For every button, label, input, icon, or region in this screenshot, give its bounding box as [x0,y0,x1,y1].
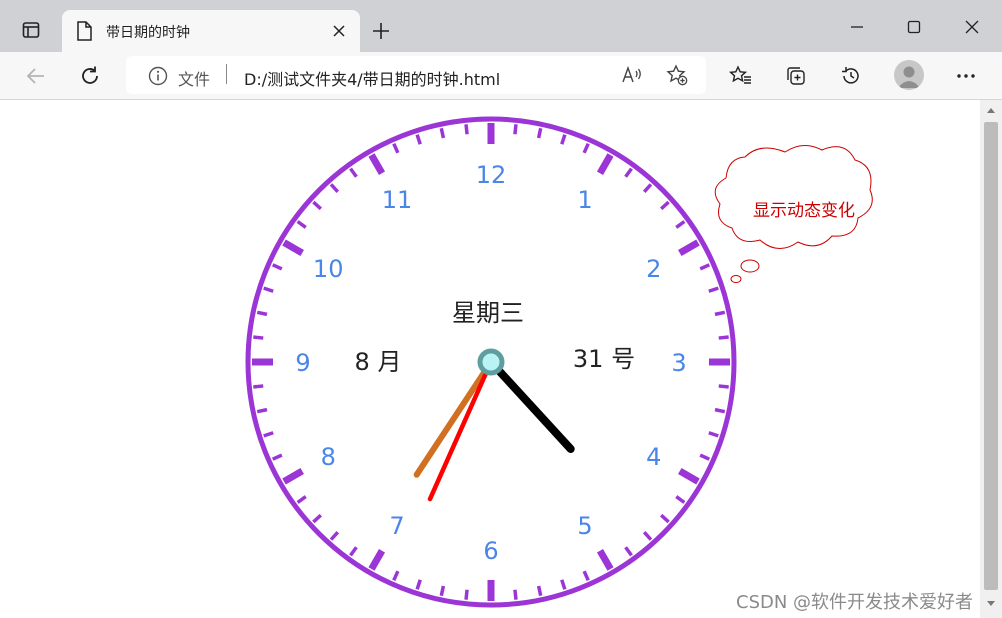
close-window-button[interactable] [957,14,987,40]
minute-tick [718,384,729,389]
scroll-up-icon[interactable] [986,106,996,114]
minute-tick [714,310,726,317]
hour-number: 10 [313,255,344,283]
hour-number: 6 [483,537,498,565]
minute-tick [464,124,469,135]
minute-tick [439,127,446,139]
favorites-button[interactable] [725,60,757,92]
page-icon [77,21,92,41]
person-icon [898,66,920,88]
center-pivot [477,348,505,376]
minute-tick [718,335,729,340]
callout-bubble: 显示动态变化 [714,145,873,283]
tab-actions-icon [22,22,40,38]
hour-number: 11 [382,186,413,214]
refresh-button[interactable] [74,60,106,92]
scheme-label: 文件 [178,70,211,89]
address-bar[interactable]: 文件 D:/测试文件夹4/带日期的时钟.html [126,56,706,94]
add-favorite-button[interactable] [665,63,689,87]
address-separator [226,64,227,84]
minute-tick [536,585,543,597]
scroll-down-icon[interactable] [986,600,996,608]
minute-tick [253,384,264,389]
minute-tick [253,335,264,340]
minute-tick [513,589,518,600]
minimize-icon [851,26,863,28]
minute-tick [714,407,726,414]
day-label: 31 号 [573,345,635,373]
hour-number: 5 [577,512,592,540]
minute-tick [513,124,518,135]
collections-button[interactable] [780,60,812,92]
tab-close-button[interactable] [328,20,350,42]
minimize-button[interactable] [842,14,872,40]
maximize-icon [907,20,921,34]
more-menu-button[interactable] [950,60,982,92]
new-tab-button[interactable] [368,18,394,44]
tab-title: 带日期的时钟 [106,25,190,41]
hour-number: 1 [577,186,592,214]
minute-tick [464,589,469,600]
collections-icon [787,67,805,85]
profile-avatar[interactable] [894,60,924,90]
clock-face: 121234567891011 星期三 8 月 31 号 [245,116,737,608]
minute-tick [439,585,446,597]
close-icon [965,20,979,34]
hour-number: 2 [646,255,661,283]
read-aloud-button[interactable] [620,63,644,87]
hour-number: 4 [646,443,661,471]
hour-number: 12 [476,161,507,189]
browser-toolbar: 文件 D:/测试文件夹4/带日期的时钟.html [0,52,1002,100]
tab-strip: 带日期的时钟 [0,0,1002,52]
active-tab[interactable]: 带日期的时钟 [62,10,360,52]
url-text[interactable]: D:/测试文件夹4/带日期的时钟.html [244,66,500,90]
history-button[interactable] [835,60,867,92]
read-aloud-icon [622,65,641,83]
more-icon [957,74,975,78]
arrow-left-icon [26,68,44,84]
watermark-text: CSDN @软件开发技术爱好者 [736,592,974,613]
back-button[interactable] [20,60,52,92]
tab-actions-button[interactable] [10,12,52,48]
vertical-scrollbar[interactable] [980,100,1002,618]
minute-tick [256,407,268,414]
month-label: 8 月 [355,348,402,376]
minute-tick [256,310,268,317]
star-add-icon [666,64,688,86]
scrollbar-thumb[interactable] [984,122,998,590]
maximize-button[interactable] [899,14,929,40]
weekday-label: 星期三 [452,299,524,327]
refresh-icon [82,66,98,84]
hour-number: 8 [321,443,336,471]
hour-number: 7 [389,512,404,540]
favorites-icon [729,65,751,84]
hour-number: 9 [295,349,310,377]
hour-number: 3 [671,349,686,377]
minute-tick [536,127,543,139]
page-viewport: 12 1 2 3 4 5 6 7 8 9 10 11 星期三 8 月 31 号 显示动态变化 [0,100,980,618]
close-icon [333,25,345,37]
history-icon [842,67,859,84]
plus-icon [373,23,389,39]
callout-text: 显示动态变化 [753,201,855,221]
clock-canvas: 121234567891011 星期三 8 月 31 号 显示动态变化 [245,116,873,608]
info-icon [148,66,168,86]
